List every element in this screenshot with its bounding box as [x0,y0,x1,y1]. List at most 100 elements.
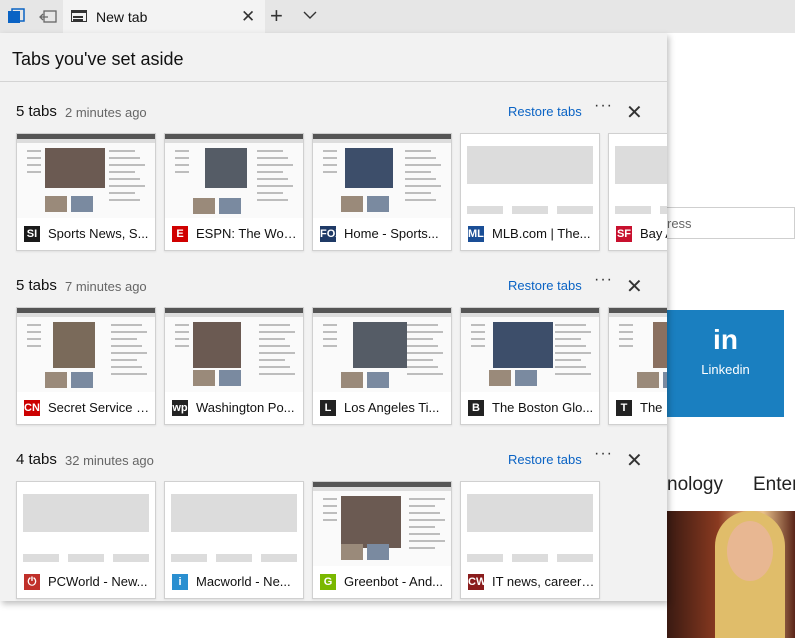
tab-title: PCWorld - New... [48,574,148,589]
tab-caption: FOX Home - Sports... [313,218,451,250]
tab-thumbnail [17,482,155,566]
tab-caption: CW IT news, careers... [461,566,599,598]
background-page: ress in Linkedin nology Enter [667,33,795,638]
tab-thumbnail [165,134,303,218]
tab-caption: CNN Secret Service a... [17,392,155,424]
site-favicon-icon: SI [24,226,40,242]
new-tab-page-icon [71,10,87,22]
tab-thumbnail [609,308,667,392]
set-aside-icon[interactable] [37,6,59,28]
set-aside-tab-card[interactable]: G Greenbot - And... [312,481,452,599]
tab-caption: ⏻ PCWorld - New... [17,566,155,598]
group-time: 2 minutes ago [65,105,147,120]
tab-thumbnail [461,134,599,218]
tab-title: MLB.com | The... [492,226,591,241]
set-aside-tab-card[interactable]: ⏻ PCWorld - New... [16,481,156,599]
tab-thumbnail [17,308,155,392]
close-icon[interactable]: ✕ [626,100,643,125]
group-tab-count: 5 tabs [16,103,57,120]
tab-caption: T The I [609,392,667,424]
site-favicon-icon: CW [468,574,487,590]
tab-title: The Boston Glo... [492,400,594,415]
tab-group: 4 tabs 32 minutes ago Restore tabs ··· ✕ ⏻ P… [0,445,667,601]
tab-label: New tab [96,9,148,25]
divider [0,81,667,82]
set-aside-tab-card[interactable]: E ESPN: The Worl... [164,133,304,251]
restore-tabs-button[interactable]: Restore tabs [508,104,582,119]
tab-thumbnail [609,134,667,218]
restore-tabs-button[interactable]: Restore tabs [508,452,582,467]
tab-thumbnail [165,482,303,566]
set-aside-tab-card[interactable]: SI Sports News, S... [16,133,156,251]
tab-thumbnail [313,482,451,566]
site-favicon-icon: MLB [468,226,492,242]
site-favicon-icon: wp [172,400,188,416]
news-photo[interactable] [667,511,795,638]
site-favicon-icon: B [468,400,484,416]
tab-title: The I [640,400,667,415]
set-aside-tab-card[interactable]: wp Washington Po... [164,307,304,425]
set-aside-tab-card[interactable]: B The Boston Glo... [460,307,600,425]
set-aside-tab-card[interactable]: T The I [608,307,667,425]
tab-title: Washington Po... [196,400,295,415]
tab-title: Sports News, S... [48,226,149,241]
plus-icon[interactable]: + [270,3,283,29]
tab-caption: E ESPN: The Worl... [165,218,303,250]
tab-group: 5 tabs 2 minutes ago Restore tabs ··· ✕ SI S… [0,97,667,263]
panel-title: Tabs you've set aside [12,49,184,69]
tab-thumbnail [313,308,451,392]
tab-thumbnail [461,482,599,566]
linkedin-icon: in [713,324,738,355]
restore-tabs-button[interactable]: Restore tabs [508,278,582,293]
tab-title: ESPN: The Worl... [196,226,300,241]
set-aside-tab-card[interactable]: i Macworld - Ne... [164,481,304,599]
linkedin-label: Linkedin [701,362,750,377]
set-aside-tab-card[interactable]: CNN Secret Service a... [16,307,156,425]
tab-title: Home - Sports... [344,226,439,241]
site-favicon-icon: CNN [24,400,48,416]
group-tab-count: 5 tabs [16,277,57,294]
site-favicon-icon: L [320,400,336,416]
more-options-icon[interactable]: ··· [594,97,613,115]
tab-thumbnail [461,308,599,392]
tab-caption: SF Bay A [609,218,667,250]
tab-title: Macworld - Ne... [196,574,291,589]
group-time: 7 minutes ago [65,279,147,294]
site-favicon-icon: T [616,400,632,416]
more-options-icon[interactable]: ··· [594,445,613,463]
linkedin-tile[interactable]: in Linkedin [667,310,784,417]
tabs-aside-icon[interactable] [5,6,27,28]
tab-group: 5 tabs 7 minutes ago Restore tabs ··· ✕ CNN … [0,271,667,437]
tab-title: IT news, careers... [492,574,596,589]
nav-item-technology[interactable]: nology [667,474,723,496]
tab-thumbnail [313,134,451,218]
close-icon[interactable]: ✕ [626,274,643,299]
more-options-icon[interactable]: ··· [594,271,613,289]
site-favicon-icon: ⏻ [24,574,40,590]
tab-caption: L Los Angeles Ti... [313,392,451,424]
close-icon[interactable]: ✕ [626,448,643,473]
tab-caption: MLB MLB.com | The... [461,218,599,250]
set-aside-tab-card[interactable]: SF Bay A [608,133,667,251]
site-favicon-icon: E [172,226,188,242]
site-favicon-icon: FOX [320,226,343,242]
tab-title: Bay A [640,226,667,241]
group-time: 32 minutes ago [65,453,154,468]
title-bar: New tab ✕ + [0,0,795,33]
tab-new-tab[interactable]: New tab ✕ [63,0,265,33]
tab-title: Los Angeles Ti... [344,400,440,415]
search-box[interactable]: ress [667,207,795,239]
set-aside-tab-card[interactable]: CW IT news, careers... [460,481,600,599]
set-aside-tab-card[interactable]: FOX Home - Sports... [312,133,452,251]
tab-caption: i Macworld - Ne... [165,566,303,598]
set-aside-tab-card[interactable]: MLB MLB.com | The... [460,133,600,251]
nav-item-entertainment[interactable]: Enter [753,474,795,496]
site-favicon-icon: SF [616,226,632,242]
chevron-down-icon[interactable] [303,7,317,25]
set-aside-tab-card[interactable]: L Los Angeles Ti... [312,307,452,425]
close-tab-icon[interactable]: ✕ [241,7,255,27]
site-favicon-icon: G [320,574,336,590]
site-favicon-icon: i [172,574,188,590]
tab-caption: G Greenbot - And... [313,566,451,598]
tabs-aside-panel: Tabs you've set aside 5 tabs 2 minutes ag… [0,33,667,601]
